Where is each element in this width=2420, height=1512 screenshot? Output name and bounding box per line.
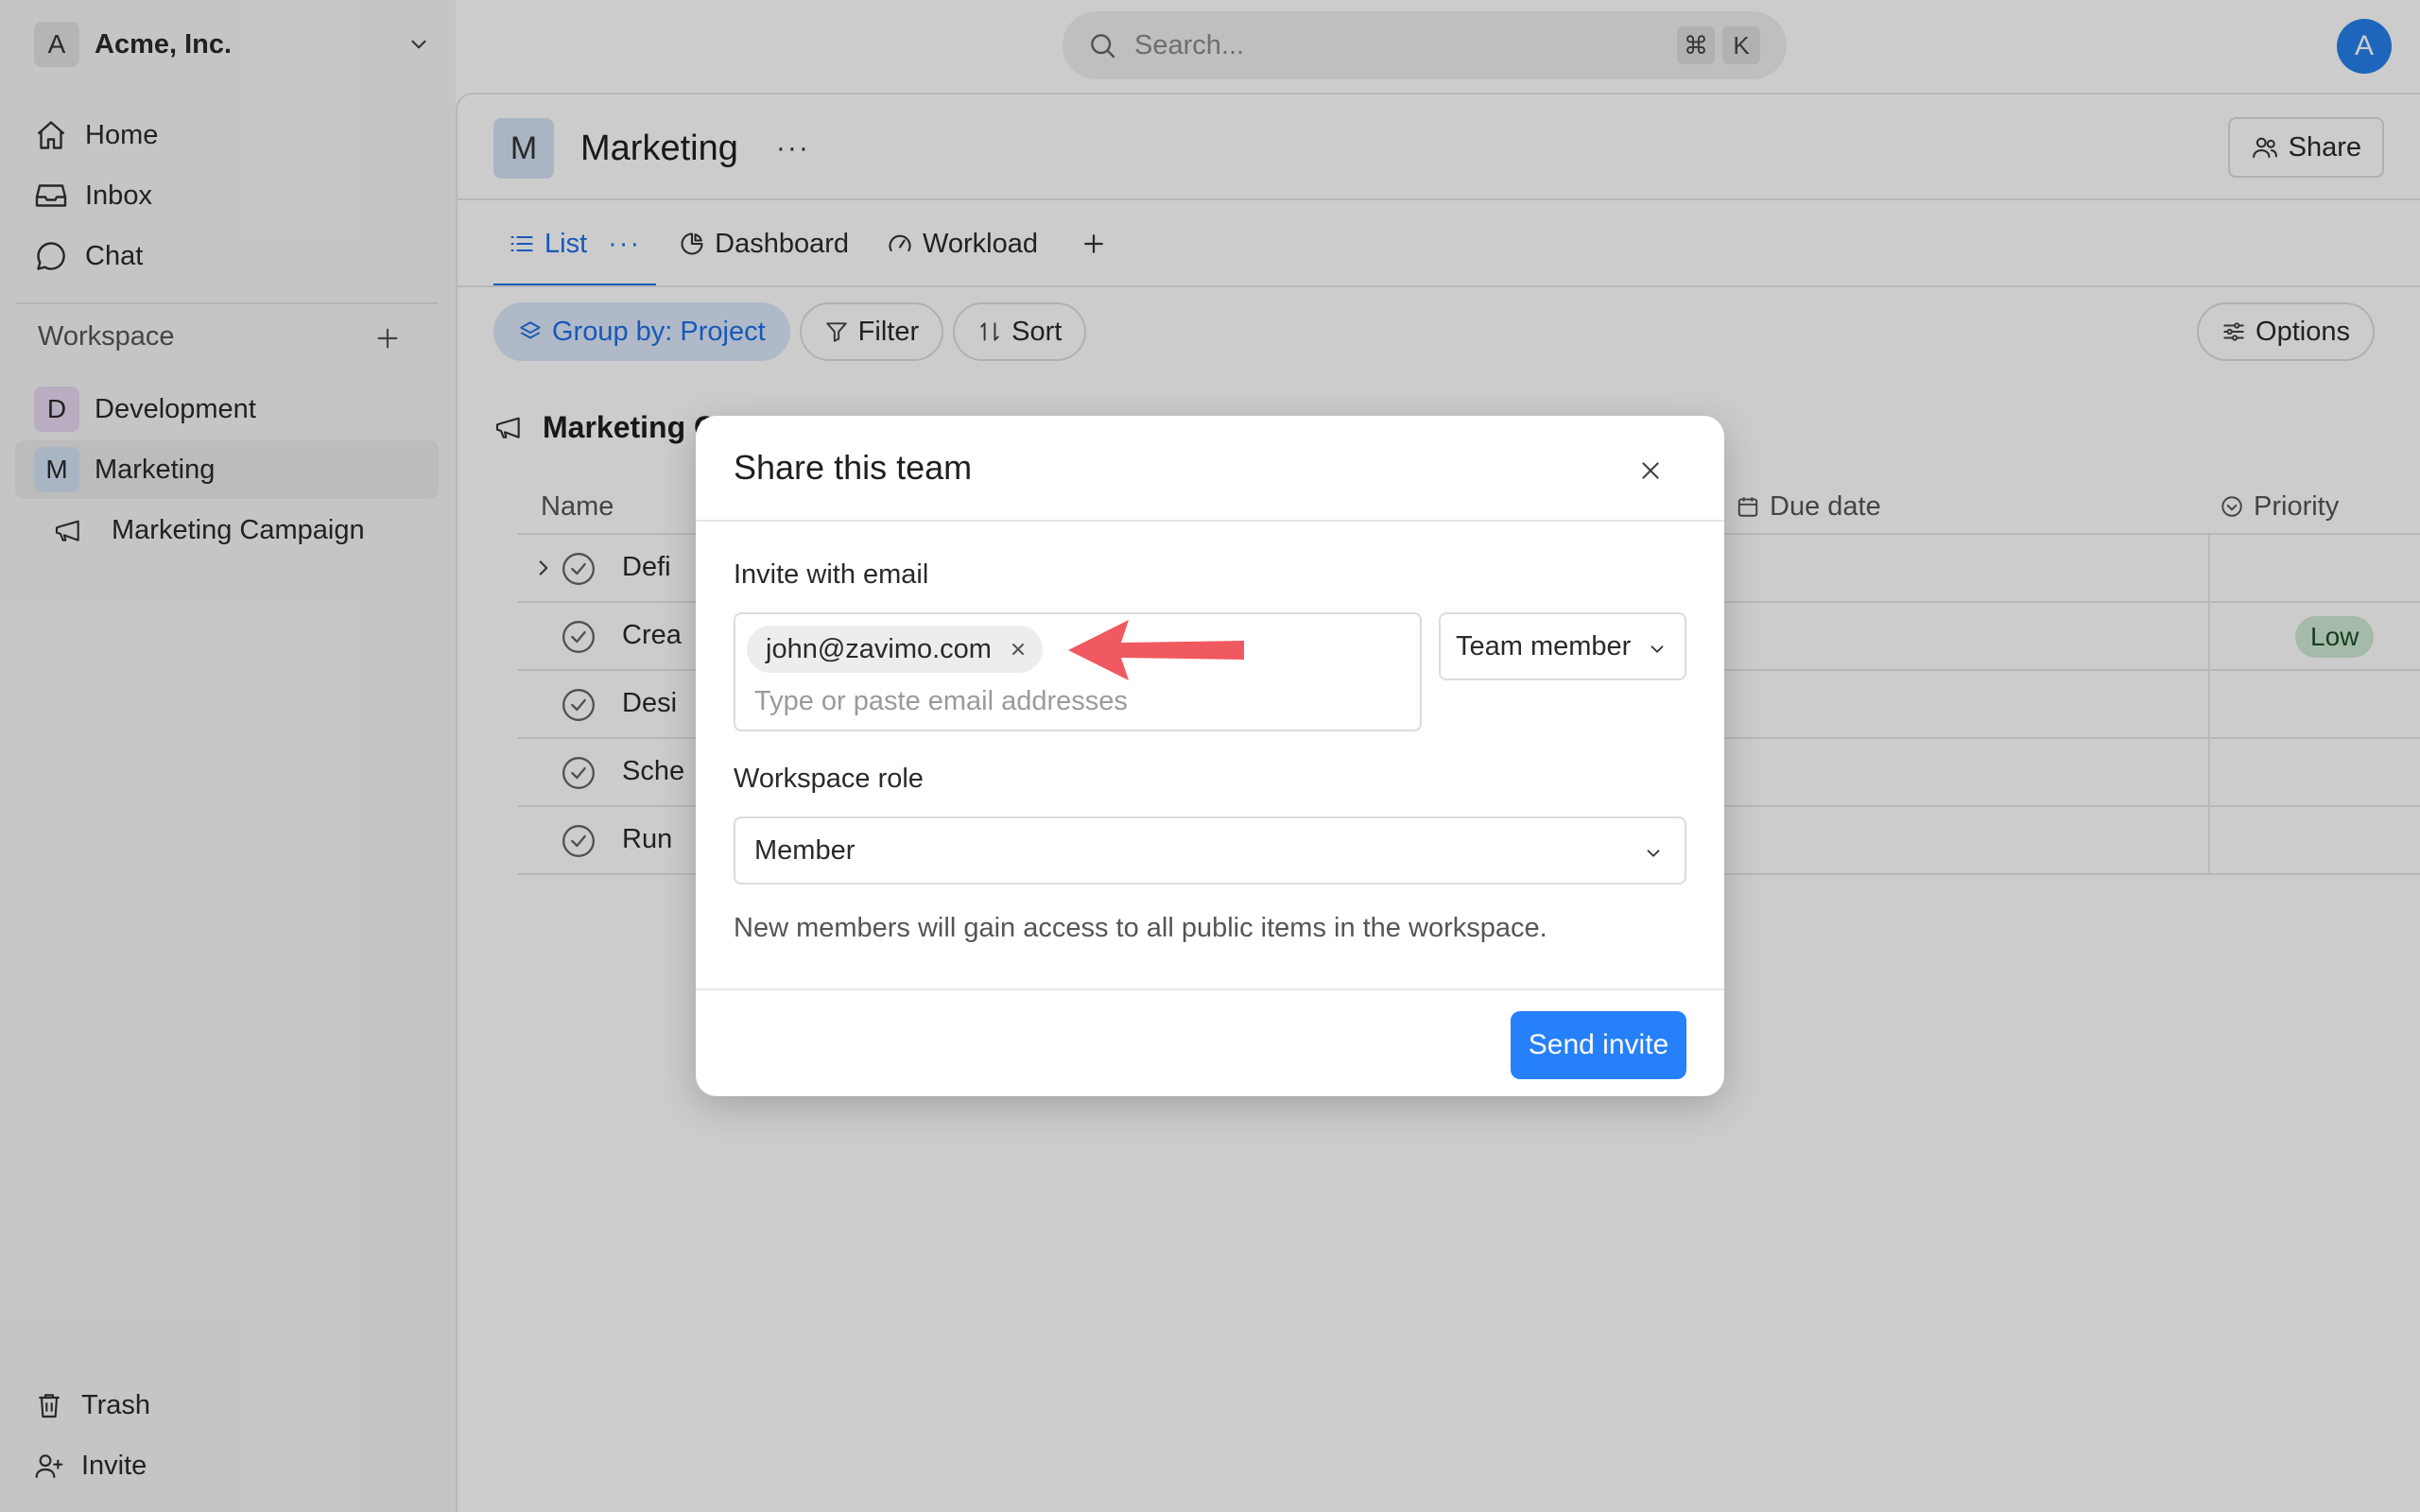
invite-email-label: Invite with email xyxy=(734,559,929,590)
close-button[interactable] xyxy=(1632,452,1669,490)
team-role-select[interactable]: Team member xyxy=(1439,612,1686,680)
share-team-dialog: Share this team Invite with email john@z… xyxy=(696,416,1724,1096)
email-token: john@zavimo.com xyxy=(747,626,1043,673)
dialog-title: Share this team xyxy=(734,448,973,487)
workspace-role-value: Member xyxy=(754,834,856,866)
email-token-label: john@zavimo.com xyxy=(766,633,992,664)
remove-token-icon[interactable] xyxy=(1009,640,1028,659)
workspace-role-select[interactable]: Member xyxy=(734,816,1686,885)
close-icon xyxy=(1638,458,1663,483)
dialog-footer-divider xyxy=(696,988,1724,990)
team-role-value: Team member xyxy=(1456,630,1632,662)
chevron-down-icon xyxy=(1643,843,1664,864)
email-placeholder: Type or paste email addresses xyxy=(754,686,1128,716)
send-invite-button[interactable]: Send invite xyxy=(1511,1011,1686,1079)
help-text: New members will gain access to all publ… xyxy=(734,913,1547,943)
workspace-role-label: Workspace role xyxy=(734,764,924,794)
arrow-left-icon xyxy=(1063,614,1252,686)
chevron-down-icon xyxy=(1647,639,1668,660)
dialog-divider xyxy=(696,520,1724,522)
